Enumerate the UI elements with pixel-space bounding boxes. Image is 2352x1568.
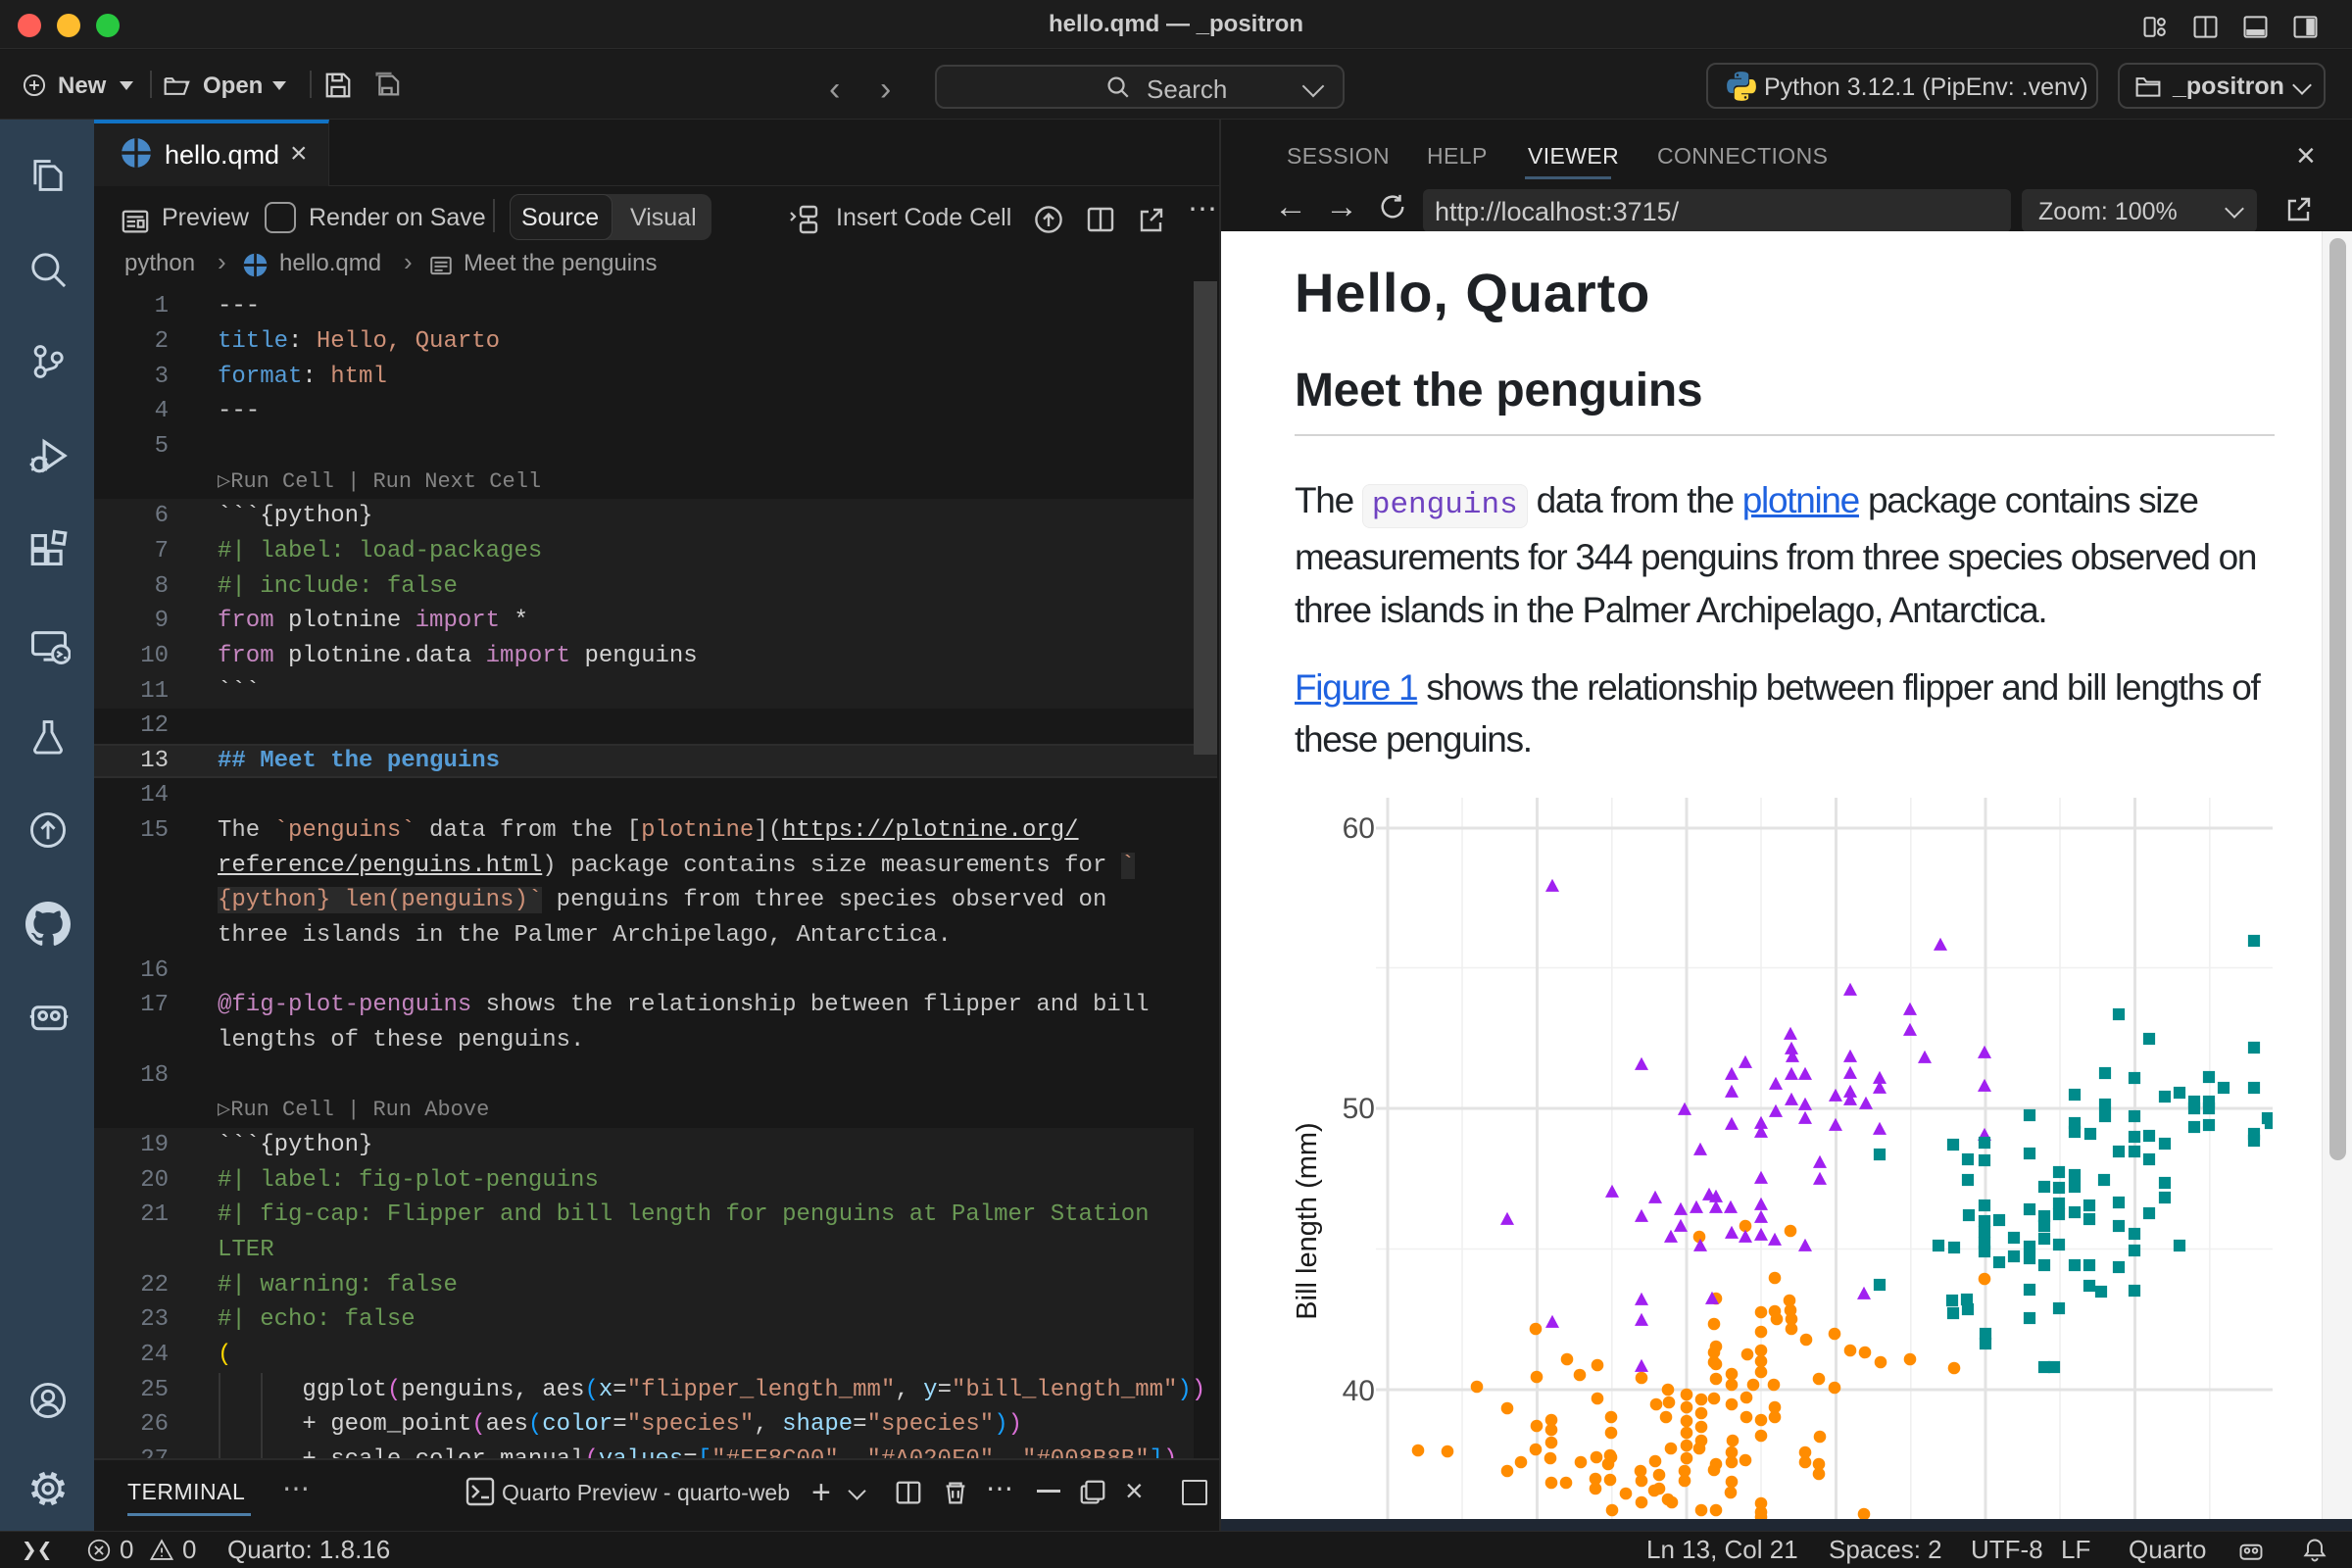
svg-text:60: 60	[1343, 812, 1375, 845]
svg-text:50: 50	[1343, 1093, 1375, 1125]
svg-text:Bill length (mm): Bill length (mm)	[1292, 1122, 1323, 1319]
svg-text:40: 40	[1343, 1375, 1375, 1407]
